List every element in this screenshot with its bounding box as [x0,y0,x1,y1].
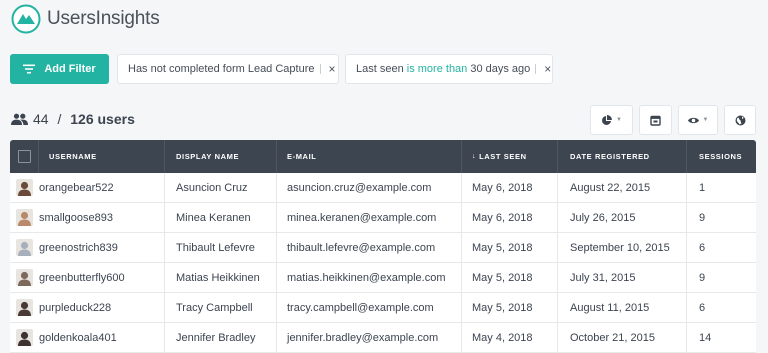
display-name-cell: Tracy Campbell [165,293,277,322]
table-row[interactable]: orangebear522 Asuncion Cruz asuncion.cruz@… [10,173,756,203]
column-header-last-seen[interactable]: ↓ LAST SEEN [462,140,558,173]
filter-lines-icon [23,64,36,74]
remove-filter-icon[interactable]: × [329,62,336,76]
table-row[interactable]: greenostrich839 Thibault Lefevre thibault.… [10,233,756,263]
export-button[interactable] [639,105,672,135]
add-filter-label: Add Filter [44,63,96,75]
avatar-cell [10,263,39,292]
display-name-cell: Thibault Lefevre [165,233,277,262]
avatar-cell [10,323,39,352]
columns-button[interactable]: ▼ [678,105,718,135]
total-count: 126 users [70,111,135,127]
date-registered-cell: July 31, 2015 [558,263,687,292]
email-cell[interactable]: thibault.lefevre@example.com [277,233,462,262]
select-all-cell [10,140,39,173]
count-separator: / [53,111,66,127]
chip-divider [319,64,321,74]
shown-count: 44 [33,111,49,127]
remove-filter-icon[interactable]: × [544,62,551,76]
table-body: orangebear522 Asuncion Cruz asuncion.cruz@… [10,173,756,353]
display-name-cell: Asuncion Cruz [165,173,277,202]
date-registered-cell: September 10, 2015 [558,233,687,262]
sessions-cell: 6 [699,301,706,314]
chip-divider [535,64,537,74]
user-count: 44 / 126 users [11,111,135,127]
column-header-display-name[interactable]: DISPLAY NAME [165,140,277,173]
date-registered-cell: August 22, 2015 [558,173,687,202]
table-header: USERNAME DISPLAY NAME E-MAIL ↓ LAST SEEN … [10,140,756,173]
email-cell[interactable]: minea.keranen@example.com [277,203,462,232]
last-seen-cell: May 5, 2018 [462,233,558,262]
sessions-cell: 14 [699,331,712,344]
sessions-cell: 9 [699,271,706,284]
sessions-cell: 6 [699,241,706,254]
filter-chip-form[interactable]: Has not completed form Lead Capture × [117,54,339,84]
table-row[interactable]: goldenkoala401 Jennifer Bradley jennifer.b… [10,323,756,353]
segments-pie-icon [602,114,613,125]
column-header-email[interactable]: E-MAIL [277,140,462,173]
columns-eye-icon [687,117,699,123]
avatar[interactable] [16,239,33,256]
table-row[interactable]: greenbutterfly600 Matias Heikkinen matias.… [10,263,756,293]
chevron-down-icon: ▼ [702,117,709,123]
add-filter-button[interactable]: Add Filter [10,54,109,84]
select-all-checkbox[interactable] [17,150,31,163]
username-cell[interactable]: smallgoose893 [39,203,165,232]
display-name-cell: Jennifer Bradley [165,323,277,352]
sessions-cell: 1 [699,181,706,194]
segments-button[interactable]: ▼ [590,105,633,135]
date-registered-cell: October 21, 2015 [558,323,687,352]
column-header-sessions[interactable]: SESSIONS [687,140,756,173]
column-header-username[interactable]: USERNAME [39,140,165,173]
map-globe-icon [735,115,745,125]
column-header-date-registered[interactable]: DATE REGISTERED [558,140,687,173]
sort-arrow-icon: ↓ [472,153,477,160]
avatar[interactable] [16,269,33,286]
mountain-logo-icon [11,4,41,34]
users-icon [11,113,28,125]
avatar[interactable] [16,299,33,316]
display-name-cell: Matias Heikkinen [165,263,277,292]
map-button[interactable] [724,105,756,135]
email-cell[interactable]: tracy.campbell@example.com [277,293,462,322]
username-cell[interactable]: orangebear522 [39,173,165,202]
filter-text: Last seen is more than 30 days ago [356,63,531,75]
table-row[interactable]: smallgoose893 Minea Keranen minea.keranen@… [10,203,756,233]
email-cell[interactable]: asuncion.cruz@example.com [277,173,462,202]
date-registered-cell: August 11, 2015 [558,293,687,322]
date-registered-cell: July 26, 2015 [558,203,687,232]
users-table: USERNAME DISPLAY NAME E-MAIL ↓ LAST SEEN … [10,140,756,353]
avatar[interactable] [16,209,33,226]
chevron-down-icon: ▼ [616,117,622,123]
username-cell[interactable]: greenostrich839 [39,233,165,262]
last-seen-cell: May 6, 2018 [462,203,558,232]
last-seen-cell: May 5, 2018 [462,293,558,322]
export-calendar-icon [650,115,661,126]
app-title: UsersInsights [47,8,160,29]
logo: UsersInsights [11,4,160,34]
email-cell[interactable]: jennifer.bradley@example.com [277,323,462,352]
sessions-cell: 9 [699,211,706,224]
display-name-cell: Minea Keranen [165,203,277,232]
avatar-cell [10,233,39,262]
avatar[interactable] [16,179,33,196]
username-cell[interactable]: purpleduck228 [39,293,165,322]
filter-text: Has not completed form Lead Capture [128,63,315,75]
avatar[interactable] [16,329,33,346]
last-seen-cell: May 5, 2018 [462,263,558,292]
last-seen-cell: May 6, 2018 [462,173,558,202]
avatar-cell [10,293,39,322]
last-seen-cell: May 4, 2018 [462,323,558,352]
avatar-cell [10,203,39,232]
filter-chip-last-seen[interactable]: Last seen is more than 30 days ago × [345,54,553,84]
table-row[interactable]: purpleduck228 Tracy Campbell tracy.campbel… [10,293,756,323]
avatar-cell [10,173,39,202]
email-cell[interactable]: matias.heikkinen@example.com [277,263,462,292]
username-cell[interactable]: goldenkoala401 [39,323,165,352]
username-cell[interactable]: greenbutterfly600 [39,263,165,292]
